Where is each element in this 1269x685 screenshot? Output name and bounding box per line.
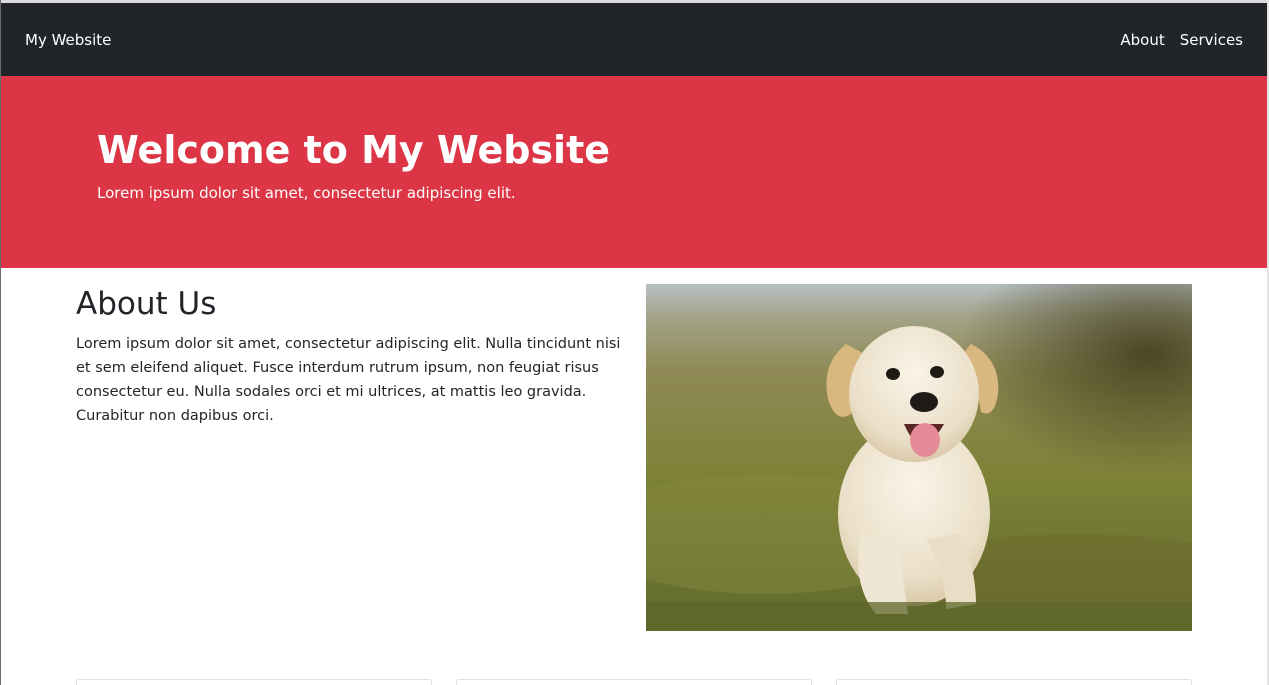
about-section: About Us Lorem ipsum dolor sit amet, con… — [76, 284, 1192, 631]
hero-banner: Welcome to My Website Lorem ipsum dolor … — [1, 76, 1267, 268]
puppy-photo — [646, 284, 1192, 631]
card-1 — [76, 679, 432, 685]
card-2 — [456, 679, 812, 685]
card-3 — [836, 679, 1192, 685]
nav-links: About Services — [1120, 31, 1243, 49]
about-body: Lorem ipsum dolor sit amet, consectetur … — [76, 336, 621, 424]
hero-subtitle: Lorem ipsum dolor sit amet, consectetur … — [97, 184, 516, 202]
brand-link[interactable]: My Website — [25, 31, 111, 49]
navbar: My Website About Services — [1, 3, 1267, 76]
about-text: About Us Lorem ipsum dolor sit amet, con… — [76, 284, 624, 428]
puppy-image — [646, 284, 1192, 631]
nav-link-about[interactable]: About — [1120, 31, 1164, 49]
nav-link-services[interactable]: Services — [1180, 31, 1243, 49]
about-heading: About Us — [76, 286, 217, 322]
hero-title: Welcome to My Website — [97, 128, 611, 172]
